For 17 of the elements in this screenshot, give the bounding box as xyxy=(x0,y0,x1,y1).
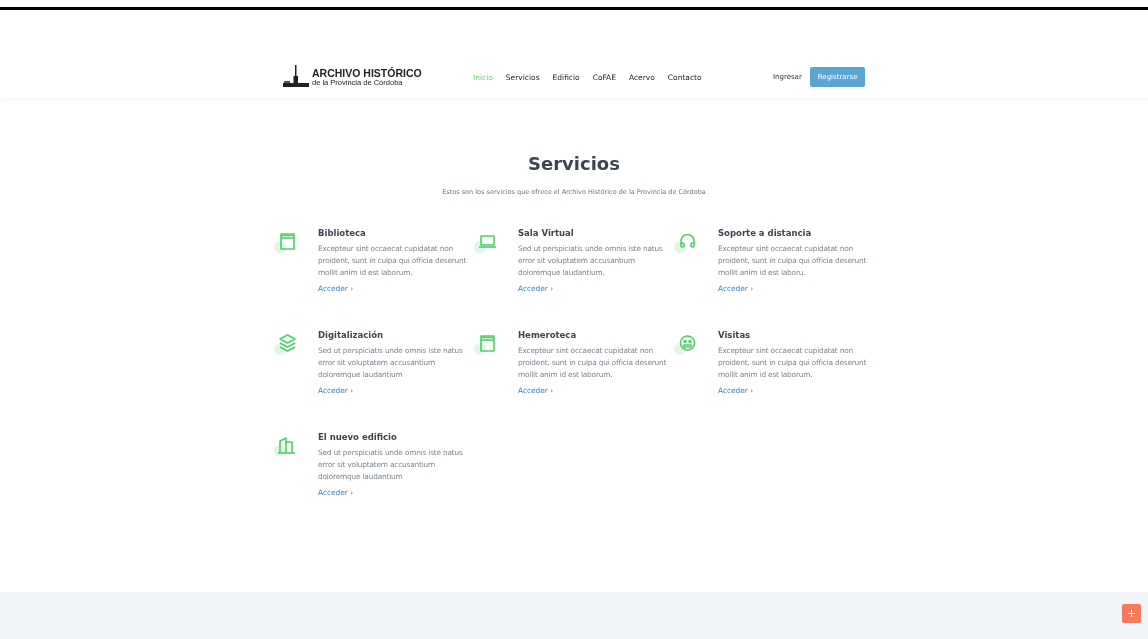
smiley-icon xyxy=(674,332,698,356)
service-title: El nuevo edificio xyxy=(318,432,398,442)
service-title: Visitas xyxy=(718,330,752,340)
tower-logo-icon xyxy=(283,64,309,90)
plus-icon xyxy=(1128,610,1135,617)
service-title: Soporte a distancia xyxy=(718,228,813,238)
section-title: Servicios xyxy=(528,153,620,174)
logo-title: ARCHIVO HISTÓRICO xyxy=(312,68,422,79)
book-icon xyxy=(474,332,498,356)
service-title: Sala Virtual xyxy=(518,228,575,238)
scroll-top-button[interactable] xyxy=(1122,604,1141,623)
book-icon xyxy=(274,230,298,254)
service-title: Biblioteca xyxy=(318,228,367,238)
building-icon xyxy=(274,434,298,458)
service-title: Digitalización xyxy=(318,330,385,340)
service-title: Hemeroteca xyxy=(518,330,578,340)
layers-icon xyxy=(274,332,298,356)
